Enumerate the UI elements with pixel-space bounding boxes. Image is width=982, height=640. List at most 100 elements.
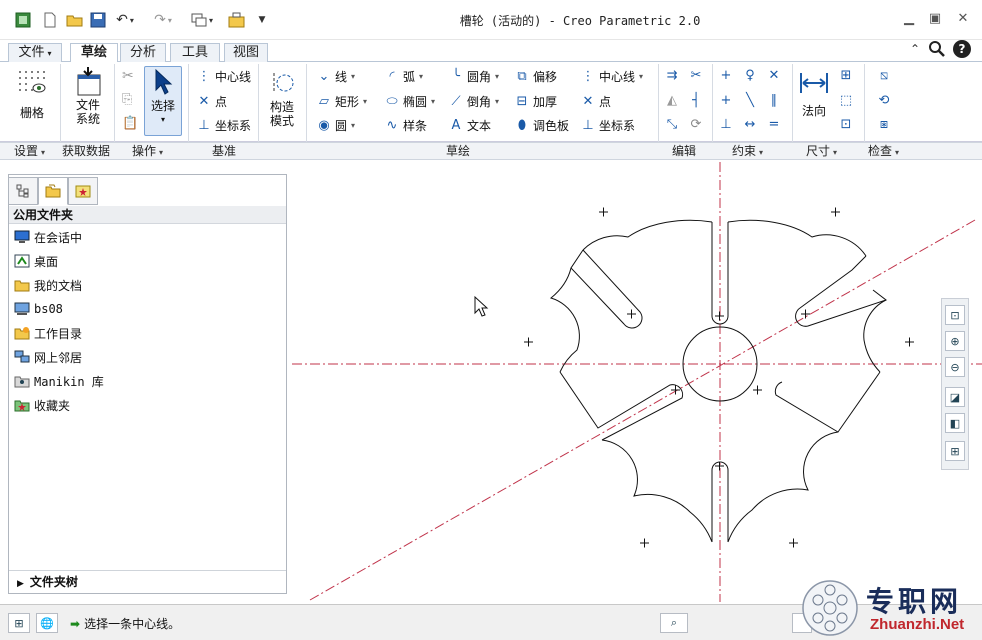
folder-browser-tab[interactable] [38,177,68,205]
tab-view[interactable]: 视图 [224,43,268,63]
customize-icon[interactable]: ▼ [254,10,270,30]
windows-icon[interactable]: ▾ [188,10,216,30]
datum-csys-button[interactable]: ⊥ 坐标系 [196,117,251,134]
tab-sketch[interactable]: 草绘 [70,43,118,64]
select-button[interactable]: 选择 ▾ [144,66,182,136]
favorites-icon [14,397,30,413]
sketch-canvas[interactable] [292,162,982,602]
collapse-ribbon-icon[interactable]: ⌃ [910,42,920,56]
fillet-button[interactable]: ╰ 圆角 ▾ [448,68,499,85]
circle-button[interactable]: ◉ 圆 ▾ [316,117,355,134]
divide-icon[interactable]: ⤡ [664,117,683,132]
folder-item-desktop[interactable]: 桌面 [14,251,58,271]
arc-button[interactable]: ◜ 弧 ▾ [384,68,423,85]
chamfer-button[interactable]: ⟋ 倒角 ▾ [448,93,499,110]
perimeter-dimension-icon[interactable]: ⊞ [838,68,857,83]
restore-icon[interactable]: ▣ [922,10,948,28]
line-button[interactable]: ⌄ 线 ▾ [316,68,355,85]
sketch-point-button[interactable]: ✕ 点 [580,93,611,110]
zoom-in-icon[interactable]: ⊕ [945,331,965,351]
folder-item-my-documents[interactable]: 我的文档 [14,275,82,295]
minimize-icon[interactable]: ▁ [896,10,922,28]
folder-item-favorites[interactable]: 收藏夹 [14,395,70,415]
shade-closed-loops-icon[interactable]: ⟲ [876,93,895,108]
horizontal-constraint-icon[interactable]: + [718,93,737,108]
grid-button[interactable]: 栅格 [14,68,50,120]
group-settings[interactable]: 设置 ▾ [14,143,45,159]
tab-analysis[interactable]: 分析 [120,43,166,63]
rectangle-button[interactable]: ▱ 矩形 ▾ [316,93,367,110]
reference-dimension-icon[interactable]: ⊡ [838,117,857,132]
model-tree-tab[interactable] [8,177,38,205]
group-operations[interactable]: 操作 ▾ [132,143,163,159]
undo-icon[interactable]: ↶ ▾ [112,10,138,30]
computer-icon [14,301,30,317]
vertical-constraint-icon[interactable]: + [718,68,737,83]
datum-centerline-button[interactable]: ⋮ 中心线 [196,68,252,85]
desktop-icon [14,253,30,269]
mirror-icon[interactable]: ◭ [664,93,683,108]
help-icon[interactable]: ? [953,40,971,58]
file-system-icon [73,66,103,96]
folder-item-computer[interactable]: bs08 [14,299,63,319]
paste-icon[interactable]: 📋 [122,116,138,131]
normal-dimension-button[interactable]: 法向 [796,68,832,118]
cut-icon[interactable]: ✂ [122,68,134,84]
corner-icon[interactable]: ┤ [688,93,707,108]
perpendicular-constraint-icon[interactable]: ⊥ [718,117,737,132]
text-button[interactable]: A 文本 [448,117,491,134]
midpoint-constraint-icon[interactable]: ✕ [766,68,785,83]
favorites-tab[interactable] [68,177,98,205]
symmetric-constraint-icon[interactable]: ↔ [742,117,761,132]
group-dimension[interactable]: 尺寸 ▾ [806,143,837,159]
navigator-toggle-icon[interactable]: ⊞ [8,613,30,633]
palette-button[interactable]: ⬮ 调色板 [514,117,569,134]
tangent-constraint-icon[interactable]: ♀ [742,68,761,83]
thicken-button[interactable]: ⊟ 加厚 [514,93,557,110]
group-inspect[interactable]: 检查 ▾ [868,143,899,159]
baseline-dimension-icon[interactable]: ⬚ [838,93,857,108]
ellipse-button[interactable]: ⬭ 椭圆 ▾ [384,93,435,110]
save-icon[interactable] [88,10,108,30]
display-style-icon[interactable]: ◧ [945,413,965,433]
tab-tools[interactable]: 工具 [170,43,220,63]
tab-file[interactable]: 文件 ▾ [8,43,62,63]
app-icon[interactable] [12,10,34,30]
construction-mode-button[interactable]: 构造 模式 [264,68,300,128]
search-icon[interactable] [928,40,946,58]
sketcher-display-filter-icon[interactable]: ⊞ [945,441,965,461]
close-window-icon[interactable] [226,10,248,30]
sketch-centerline-button[interactable]: ⋮ 中心线 ▾ [580,68,644,85]
sketch-csys-button[interactable]: ⊥ 坐标系 [580,117,635,134]
find-icon[interactable]: ⌕ [660,613,688,633]
spline-button[interactable]: ∿ 样条 [384,117,427,134]
refit-icon[interactable]: ⊡ [945,305,965,325]
new-icon[interactable] [40,10,60,30]
offset-button[interactable]: ⧉ 偏移 [514,68,557,85]
highlight-open-ends-icon[interactable]: ⧆ [876,117,895,132]
delete-segment-icon[interactable]: ✂ [688,68,707,83]
coincident-constraint-icon[interactable]: ╲ [742,93,761,108]
browser-toggle-icon[interactable]: 🌐 [36,613,58,633]
folder-item-in-session[interactable]: 在会话中 [14,227,82,247]
parallel-constraint-icon[interactable]: ∥ [766,93,785,108]
sketch-drawing [292,162,982,602]
repaint-icon[interactable]: ◪ [945,387,965,407]
close-icon[interactable]: ✕ [950,10,976,28]
folder-item-working-directory[interactable]: 工作目录 [14,323,82,343]
folder-item-manikin-library[interactable]: Manikin 库 [14,371,104,391]
equal-constraint-icon[interactable]: = [766,117,785,132]
rotate-resize-icon[interactable]: ⟳ [688,117,707,132]
copy-icon[interactable]: ⎘ [122,92,132,107]
overlapping-geometry-icon[interactable]: ⧅ [876,68,895,83]
modify-icon[interactable]: ⇉ [664,68,683,83]
folder-tree-toggle[interactable]: ▶ 文件夹树 [9,570,286,592]
zoom-out-icon[interactable]: ⊖ [945,357,965,377]
folder-item-network[interactable]: 网上邻居 [14,347,82,367]
group-constrain[interactable]: 约束 ▾ [732,143,763,159]
open-icon[interactable] [64,10,86,30]
datum-point-button[interactable]: ✕ 点 [196,93,227,110]
redo-icon[interactable]: ↷ ▾ [150,10,176,30]
model-tree-icon [16,184,29,198]
file-system-button[interactable]: 文件 系统 [68,66,108,126]
